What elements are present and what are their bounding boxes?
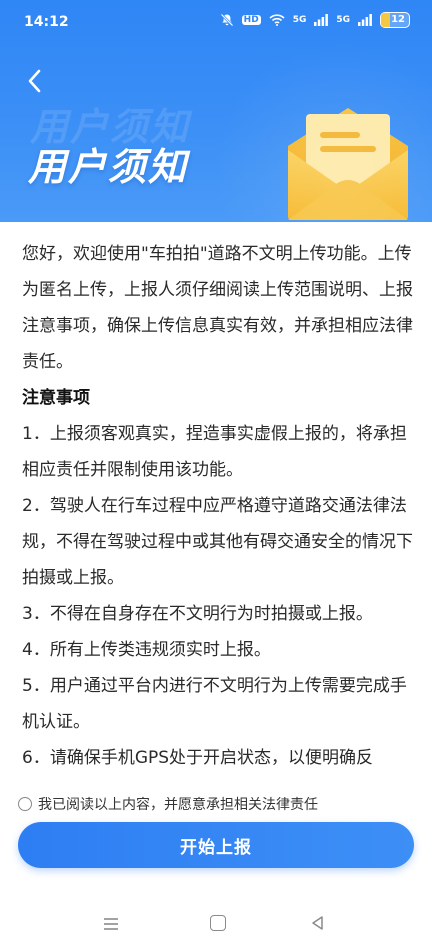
chevron-left-icon [28, 69, 41, 93]
notice-item: 4．所有上传类违规须实时上报。 [22, 640, 271, 660]
radio-unchecked-icon[interactable] [18, 797, 32, 811]
battery-icon: 12 [380, 12, 410, 28]
home-icon[interactable] [210, 915, 226, 931]
notice-intro: 您好，欢迎使用"车拍拍"道路不文明上传功能。上传为匿名上传，上报人须仔细阅读上传… [22, 244, 413, 372]
network-type-2: 5G [336, 15, 350, 25]
hd-icon: HD [241, 15, 261, 25]
mute-bell-icon [220, 13, 234, 27]
notice-heading: 注意事项 [22, 388, 90, 408]
envelope-icon [288, 108, 408, 220]
agreement-checkbox[interactable]: 我已阅读以上内容，并愿意承担相关法律责任 [18, 792, 318, 816]
network-type-1: 5G [292, 15, 307, 25]
system-nav-bar [0, 900, 432, 950]
battery-level: 12 [391, 14, 405, 25]
status-bar: 14:12 HD 5G 5G 12 [0, 0, 432, 44]
notice-item: 3．不得在自身存在不文明行为时拍摄或上报。 [22, 604, 373, 624]
header-banner: 14:12 HD 5G 5G 12 用户须知 用户须知 [0, 0, 432, 222]
notice-content: 您好，欢迎使用"车拍拍"道路不文明上传功能。上传为匿名上传，上报人须仔细阅读上传… [22, 236, 414, 790]
status-time: 14:12 [24, 14, 69, 30]
page-title: 用户须知 [28, 145, 189, 189]
agreement-label: 我已阅读以上内容，并愿意承担相关法律责任 [38, 797, 318, 813]
wifi-icon [269, 14, 285, 26]
notice-item: 5．用户通过平台内进行不文明行为上传需要完成手机认证。 [22, 676, 407, 732]
back-button[interactable] [20, 64, 50, 98]
signal-icon [358, 14, 372, 26]
start-report-button[interactable]: 开始上报 [18, 822, 414, 868]
notice-item: 1．上报须客观真实，捏造事实虚假上报的，将承担相应责任并限制使用该功能。 [22, 424, 407, 480]
back-triangle-icon[interactable] [310, 915, 326, 931]
notice-item: 6．请确保手机GPS处于开启状态，以便明确反 [22, 748, 374, 768]
signal-icon [314, 14, 329, 26]
status-icons: HD 5G 5G 12 [220, 12, 410, 28]
menu-icon[interactable] [102, 916, 120, 932]
notice-item: 2．驾驶人在行车过程中应严格遵守道路交通法律法规，不得在驾驶过程中或其他有碍交通… [22, 496, 413, 588]
